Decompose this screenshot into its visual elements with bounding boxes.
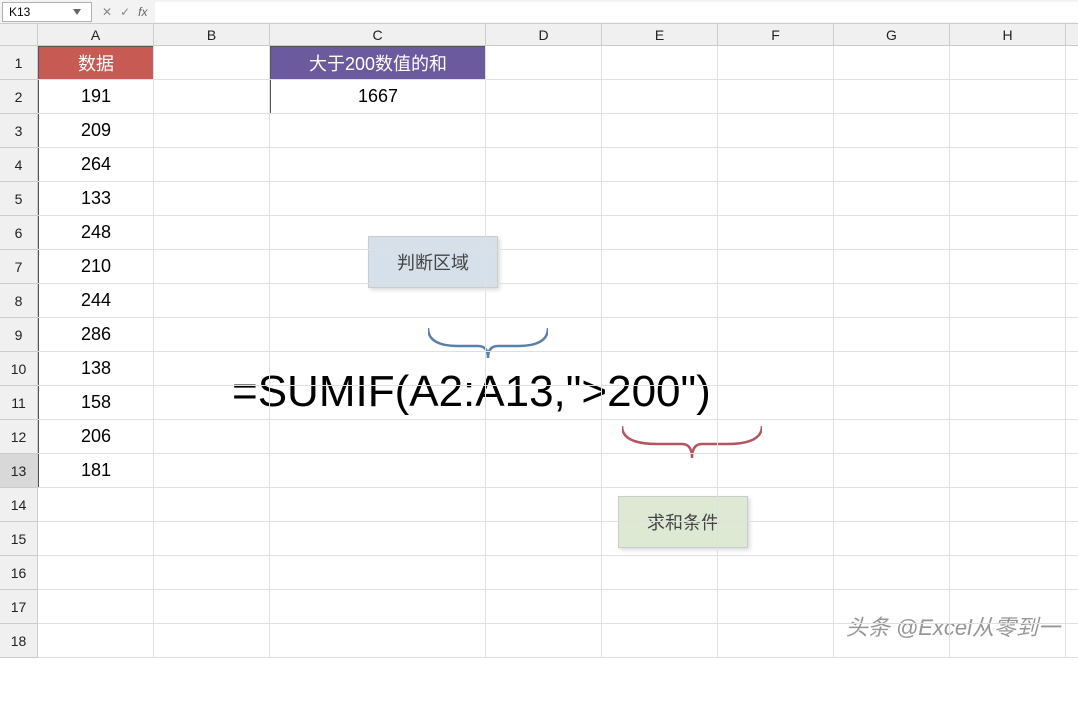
row-header-6[interactable]: 6 <box>0 216 38 250</box>
name-box-dropdown-icon[interactable] <box>69 4 85 20</box>
column-header-g[interactable]: G <box>834 24 950 45</box>
formula-bar: K13 ✕ ✓ fx <box>0 0 1078 24</box>
row-header-12[interactable]: 12 <box>0 420 38 454</box>
row-header-7[interactable]: 7 <box>0 250 38 284</box>
row-header-8[interactable]: 8 <box>0 284 38 318</box>
data-cell-a7[interactable]: 210 <box>38 250 154 284</box>
row-header-3[interactable]: 3 <box>0 114 38 148</box>
row-header-2[interactable]: 2 <box>0 80 38 114</box>
result-column-header[interactable]: 大于200数值的和 <box>270 46 486 80</box>
formula-display: =SUMIF(A2:A13,">200") <box>232 367 711 417</box>
data-cell-a12[interactable]: 206 <box>38 420 154 454</box>
column-headers: ABCDEFGH <box>0 24 1078 46</box>
annotation-criteria: 求和条件 <box>618 496 748 548</box>
row-header-13[interactable]: 13 <box>0 454 38 488</box>
row-header-17[interactable]: 17 <box>0 590 38 624</box>
column-header-b[interactable]: B <box>154 24 270 45</box>
row-header-18[interactable]: 18 <box>0 624 38 658</box>
data-cell-a5[interactable]: 133 <box>38 182 154 216</box>
data-cell-a6[interactable]: 248 <box>38 216 154 250</box>
row-header-15[interactable]: 15 <box>0 522 38 556</box>
fx-icon[interactable]: fx <box>138 5 147 19</box>
data-cell-a13[interactable]: 181 <box>38 454 154 488</box>
result-column-block: 大于200数值的和 1667 <box>270 46 486 114</box>
row-header-16[interactable]: 16 <box>0 556 38 590</box>
brace-range-icon <box>428 328 548 368</box>
fx-section: ✕ ✓ fx <box>102 5 147 19</box>
row-header-1[interactable]: 1 <box>0 46 38 80</box>
column-header-e[interactable]: E <box>602 24 718 45</box>
column-header-d[interactable]: D <box>486 24 602 45</box>
confirm-icon[interactable]: ✓ <box>120 5 130 19</box>
data-cell-a8[interactable]: 244 <box>38 284 154 318</box>
data-cell-a9[interactable]: 286 <box>38 318 154 352</box>
data-cell-a11[interactable]: 158 <box>38 386 154 420</box>
data-cell-a3[interactable]: 209 <box>38 114 154 148</box>
data-cell-a4[interactable]: 264 <box>38 148 154 182</box>
name-box-value: K13 <box>9 5 30 19</box>
row-headers: 123456789101112131415161718 <box>0 46 38 658</box>
select-all-corner[interactable] <box>0 24 38 45</box>
name-box[interactable]: K13 <box>2 2 92 22</box>
watermark: 头条 @Excel从零到一 <box>846 610 1060 642</box>
column-header-h[interactable]: H <box>950 24 1066 45</box>
column-header-f[interactable]: F <box>718 24 834 45</box>
column-header-a[interactable]: A <box>38 24 154 45</box>
row-header-14[interactable]: 14 <box>0 488 38 522</box>
row-header-4[interactable]: 4 <box>0 148 38 182</box>
result-column-value[interactable]: 1667 <box>270 80 486 114</box>
row-header-11[interactable]: 11 <box>0 386 38 420</box>
formula-input[interactable] <box>155 2 1078 22</box>
cells-area[interactable]: 数据 191209264133248210244286138158206181 … <box>38 46 1078 658</box>
data-column-header[interactable]: 数据 <box>38 46 154 80</box>
grid-area: 123456789101112131415161718 数据 191209264… <box>0 46 1078 658</box>
row-header-5[interactable]: 5 <box>0 182 38 216</box>
cancel-icon[interactable]: ✕ <box>102 5 112 19</box>
annotation-range: 判断区域 <box>368 236 498 288</box>
column-header-c[interactable]: C <box>270 24 486 45</box>
brace-criteria-icon <box>622 426 762 466</box>
row-header-10[interactable]: 10 <box>0 352 38 386</box>
row-header-9[interactable]: 9 <box>0 318 38 352</box>
data-cell-a2[interactable]: 191 <box>38 80 154 114</box>
data-cell-a10[interactable]: 138 <box>38 352 154 386</box>
